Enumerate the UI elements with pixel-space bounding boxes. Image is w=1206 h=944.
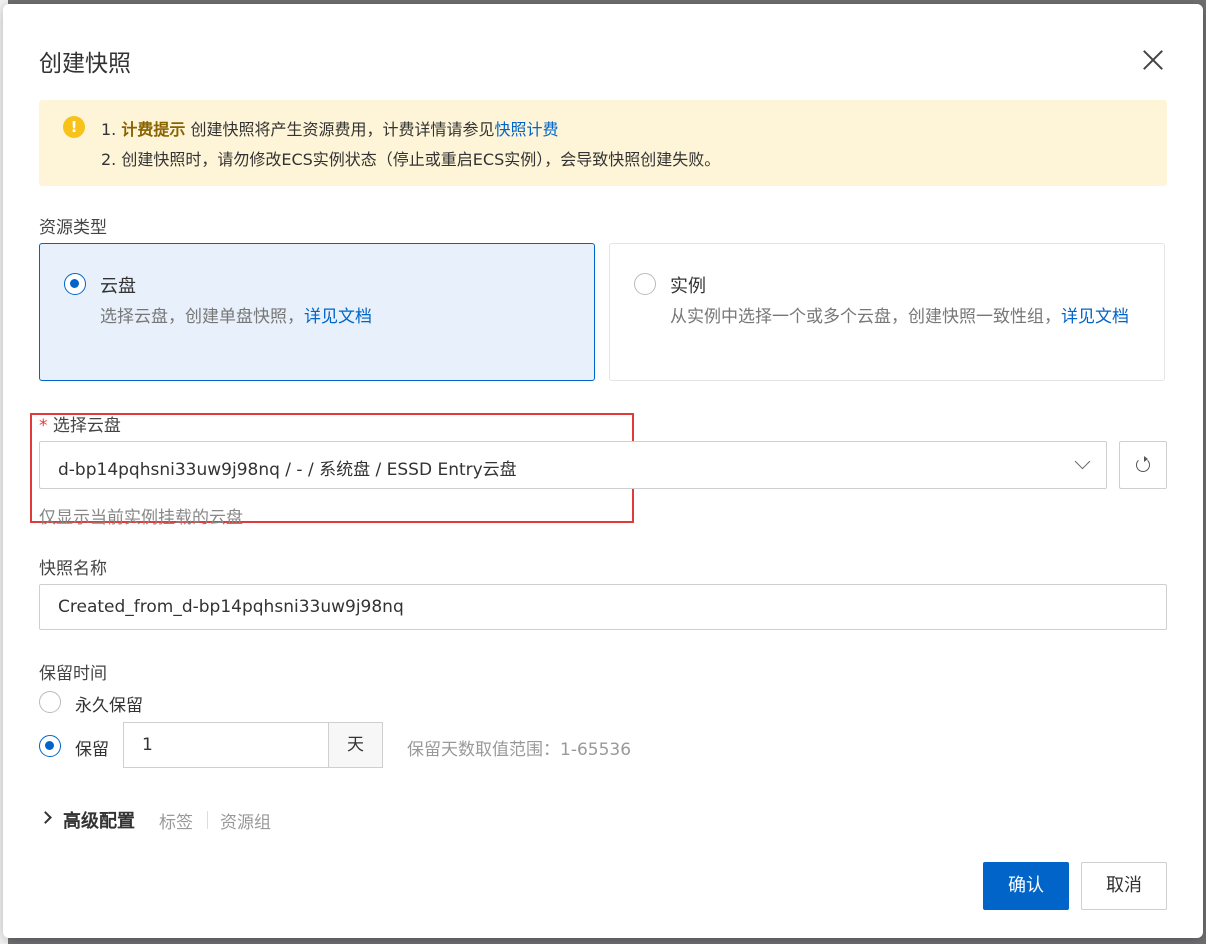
select-disk-label: * 选择云盘 <box>39 416 121 436</box>
chevron-down-icon <box>1074 453 1091 470</box>
retain-forever-label[interactable]: 永久保留 <box>75 691 143 716</box>
retention-days-input[interactable]: 1 <box>123 722 329 768</box>
cancel-button[interactable]: 取消 <box>1081 862 1167 910</box>
retain-days-radio[interactable] <box>39 735 61 757</box>
instance-radio[interactable] <box>634 273 656 295</box>
refresh-icon <box>1136 456 1150 472</box>
chevron-right-icon[interactable] <box>39 811 52 824</box>
retain-days-label[interactable]: 保留 <box>75 735 109 760</box>
billing-tip-label: 计费提示 <box>121 120 186 139</box>
disk-select-value: d-bp14pqhsni33uw9j98nq / - / 系统盘 / ESSD … <box>58 460 517 480</box>
resource-type-label: 资源类型 <box>39 218 107 238</box>
resource-type-card-disk[interactable]: 云盘 选择云盘，创建单盘快照，详见文档 <box>39 243 595 381</box>
close-icon[interactable] <box>1141 48 1165 72</box>
snapshot-name-input[interactable]: Created_from_d-bp14pqhsni33uw9j98nq <box>39 584 1167 630</box>
warning-icon: ! <box>63 116 85 138</box>
disk-help-text: 仅显示当前实例挂载的云盘 <box>39 508 243 528</box>
retention-label: 保留时间 <box>39 664 107 684</box>
notice-line-1: 1. 计费提示 创建快照将产生资源费用，计费详情请参见快照计费 <box>101 120 559 139</box>
dialog-title: 创建快照 <box>39 51 131 77</box>
create-snapshot-dialog: 创建快照 ! 1. 计费提示 创建快照将产生资源费用，计费详情请参见快照计费 2… <box>3 4 1203 938</box>
retain-forever-radio[interactable] <box>39 691 61 713</box>
disk-select[interactable]: d-bp14pqhsni33uw9j98nq / - / 系统盘 / ESSD … <box>39 441 1107 489</box>
card-title: 实例 <box>670 276 706 297</box>
card-description: 从实例中选择一个或多个云盘，创建快照一致性组，详见文档 <box>670 307 1129 327</box>
docs-link[interactable]: 详见文档 <box>304 307 372 327</box>
divider <box>207 811 208 829</box>
card-title: 云盘 <box>100 276 136 297</box>
advanced-tag-label: 标签 <box>159 813 193 833</box>
snapshot-name-label: 快照名称 <box>39 559 107 579</box>
advanced-config-toggle[interactable]: 高级配置 <box>63 807 135 833</box>
refresh-button[interactable] <box>1119 441 1167 489</box>
retention-days-unit: 天 <box>328 722 383 768</box>
snapshot-billing-link[interactable]: 快照计费 <box>494 120 558 139</box>
docs-link[interactable]: 详见文档 <box>1061 307 1129 327</box>
advanced-tag-label: 资源组 <box>220 813 271 833</box>
retention-days-hint: 保留天数取值范围：1-65536 <box>407 740 632 760</box>
card-description: 选择云盘，创建单盘快照，详见文档 <box>100 307 372 327</box>
resource-type-card-instance[interactable]: 实例 从实例中选择一个或多个云盘，创建快照一致性组，详见文档 <box>609 243 1165 381</box>
notice-line-2: 2. 创建快照时，请勿修改ECS实例状态（停止或重启ECS实例），会导致快照创建… <box>101 150 721 169</box>
required-mark: * <box>39 416 48 436</box>
disk-radio[interactable] <box>64 273 86 295</box>
billing-notice: ! 1. 计费提示 创建快照将产生资源费用，计费详情请参见快照计费 2. 创建快… <box>39 100 1167 186</box>
confirm-button[interactable]: 确认 <box>983 862 1069 910</box>
